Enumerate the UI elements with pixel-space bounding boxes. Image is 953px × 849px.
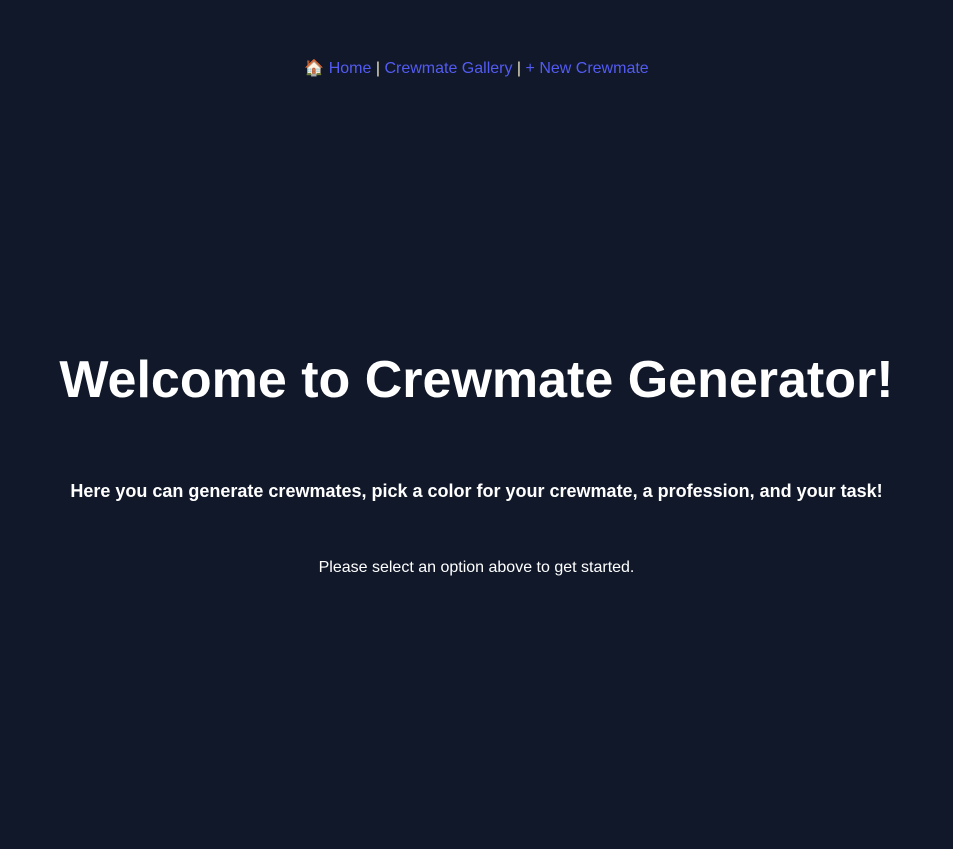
- nav-gallery-link[interactable]: Crewmate Gallery: [384, 60, 512, 77]
- nav-separator: |: [516, 60, 522, 77]
- top-nav: 🏠 Home | Crewmate Gallery | + New Crewma…: [0, 58, 953, 78]
- nav-home-link[interactable]: Home: [329, 60, 372, 77]
- page-title: Welcome to Crewmate Generator!: [59, 351, 894, 409]
- house-icon: 🏠: [304, 60, 325, 77]
- page-subtitle: Here you can generate crewmates, pick a …: [70, 481, 883, 501]
- nav-separator: |: [375, 60, 380, 77]
- hint-text: Please select an option above to get sta…: [318, 559, 635, 576]
- nav-new-crewmate-link[interactable]: + New Crewmate: [526, 60, 649, 77]
